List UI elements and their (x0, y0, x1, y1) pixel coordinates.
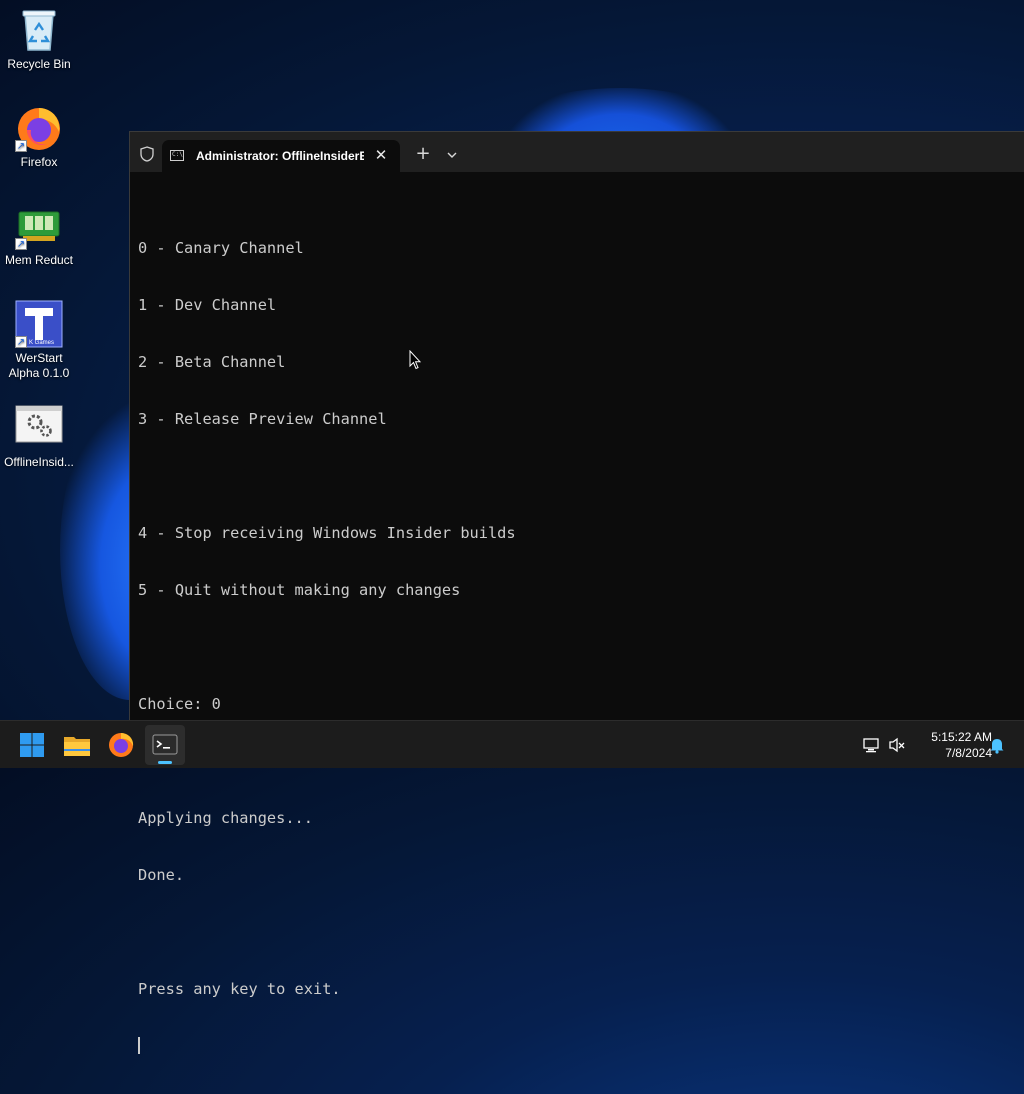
chevron-down-icon (447, 152, 457, 158)
firefox-icon: ↗ (15, 104, 63, 152)
terminal-window[interactable]: C:\ Administrator: OfflineInsiderE ✕ + 0… (129, 131, 1024, 1054)
shortcut-arrow-icon: ↗ (15, 238, 27, 250)
cmd-icon: C:\ (170, 150, 184, 161)
offlineinsider-icon (15, 404, 63, 452)
console-line: 4 - Stop receiving Windows Insider build… (138, 524, 516, 542)
network-icon[interactable] (862, 736, 880, 754)
taskbar-firefox[interactable] (101, 725, 141, 765)
werstart-badge: K Games (29, 340, 55, 346)
desktop-icon-firefox[interactable]: ↗ Firefox (2, 104, 76, 170)
console-line: 3 - Release Preview Channel (138, 410, 387, 428)
system-clock[interactable]: 5:15:22 AM 7/8/2024 (908, 729, 992, 761)
file-explorer-icon (64, 737, 90, 756)
notification-bell-icon[interactable] (988, 736, 1006, 754)
desktop-icon-label: WerStart Alpha 0.1.0 (8, 351, 70, 380)
desktop-icon-mem-reduct[interactable]: ↗ Mem Reduct (2, 202, 76, 268)
desktop-icon-label: OfflineInsid... (4, 455, 74, 469)
start-button[interactable] (12, 725, 52, 765)
console-line: 0 - Canary Channel (138, 239, 304, 257)
console-line: 1 - Dev Channel (138, 296, 277, 314)
firefox-icon (109, 733, 134, 757)
shortcut-arrow-icon: ↗ (15, 336, 27, 348)
shortcut-arrow-icon: ↗ (15, 140, 27, 152)
mouse-pointer-icon (409, 349, 422, 370)
desktop-icon-werstart[interactable]: K Games ↗ WerStart Alpha 0.1.0 (2, 300, 76, 381)
volume-muted-icon[interactable] (888, 736, 906, 754)
console-cursor-line (138, 1037, 1024, 1056)
console-output[interactable]: 0 - Canary Channel 1 - Dev Channel 2 - B… (130, 172, 1024, 1054)
taskbar-file-explorer[interactable] (57, 725, 97, 765)
desktop-icon-label: Firefox (20, 155, 58, 169)
werstart-icon: K Games ↗ (15, 300, 63, 348)
desktop-icon-recycle-bin[interactable]: Recycle Bin (2, 6, 76, 72)
desktop-icon-label: Recycle Bin (7, 57, 71, 71)
console-line: Applying changes... (138, 809, 313, 827)
console-line: Choice: 0 (138, 695, 221, 713)
active-app-indicator (158, 761, 172, 764)
text-cursor (138, 1037, 140, 1054)
shield-icon (140, 146, 154, 162)
terminal-icon (152, 734, 178, 755)
tab-title: Administrator: OfflineInsiderE (196, 149, 364, 163)
console-line: 5 - Quit without making any changes (138, 581, 461, 599)
start-icon (20, 733, 44, 757)
console-line: Press any key to exit. (138, 980, 341, 998)
close-tab-button[interactable]: ✕ (370, 144, 392, 166)
taskbar: 5:15:22 AM 7/8/2024 (0, 720, 1024, 768)
clock-time: 5:15:22 AM (931, 730, 992, 744)
taskbar-terminal[interactable] (145, 725, 185, 765)
desktop-icon-label: Mem Reduct (4, 253, 74, 267)
terminal-titlebar[interactable]: C:\ Administrator: OfflineInsiderE ✕ + (130, 132, 1024, 172)
console-line: 2 - Beta Channel (138, 353, 286, 371)
desktop-icon-offlineinsider[interactable]: OfflineInsid... (2, 404, 76, 470)
new-tab-button[interactable]: + (412, 144, 434, 166)
tab-offlineinsider[interactable]: C:\ Administrator: OfflineInsiderE ✕ (162, 140, 400, 172)
tab-dropdown-button[interactable] (442, 144, 462, 166)
clock-date: 7/8/2024 (945, 746, 992, 760)
console-line: Done. (138, 866, 185, 884)
mem-reduct-icon: ↗ (15, 202, 63, 250)
recycle-bin-icon (15, 6, 63, 54)
